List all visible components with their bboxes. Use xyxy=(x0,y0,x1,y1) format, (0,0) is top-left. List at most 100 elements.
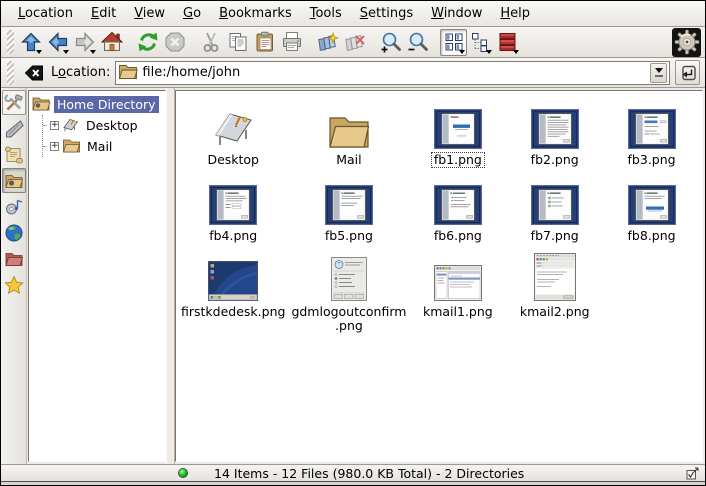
menu-help[interactable]: Help xyxy=(491,3,539,24)
window-body: Home Directory + Desktop +Mail Desktop Mail f… xyxy=(1,88,705,464)
locationbar-drag-handle[interactable] xyxy=(7,61,14,85)
file-view: DesktopMailfb1.pngfb2.pngfb3.pngfb4.pngf… xyxy=(175,90,703,462)
thumbnail-icon xyxy=(209,175,257,225)
file-item-firstkdedesk-png[interactable]: firstkdedesk.png xyxy=(178,251,288,334)
thumbnail-icon xyxy=(531,99,579,149)
menu-tools[interactable]: Tools xyxy=(301,3,351,24)
thumbnail-icon xyxy=(331,251,367,301)
menu-edit[interactable]: Edit xyxy=(82,3,125,24)
print-button[interactable] xyxy=(278,29,305,56)
paste-button[interactable] xyxy=(251,29,278,56)
tree-children: + Desktop +Mail xyxy=(42,115,163,157)
tree-desktop-icon xyxy=(62,116,80,136)
tree-item-home-directory[interactable]: Home Directory xyxy=(31,94,163,115)
file-label: kmail1.png xyxy=(420,304,496,320)
menu-location[interactable]: Location xyxy=(9,3,82,24)
zoom-in-button[interactable] xyxy=(377,29,404,56)
file-item-mail[interactable]: Mail xyxy=(288,99,409,171)
konqueror-gear-logo xyxy=(672,28,701,57)
file-label: fb8.png xyxy=(625,228,679,244)
icon-grid: DesktopMailfb1.pngfb2.pngfb3.pngfb4.pngf… xyxy=(176,91,702,334)
linked-view-checkbox-icon[interactable] xyxy=(686,467,699,483)
location-value[interactable]: file:/home/john xyxy=(142,65,646,80)
location-input[interactable]: file:/home/john xyxy=(115,61,670,85)
zoom-out-button[interactable] xyxy=(404,29,431,56)
active-view-led-icon xyxy=(178,468,188,478)
thumbnail-icon xyxy=(434,251,482,301)
sidebar-tab-network[interactable] xyxy=(2,220,26,245)
menu-settings[interactable]: Settings xyxy=(351,3,422,24)
file-item-fb7-png[interactable]: fb7.png xyxy=(506,175,603,247)
file-item-desktop[interactable]: Desktop xyxy=(178,99,288,171)
file-item-fb6-png[interactable]: fb6.png xyxy=(409,175,506,247)
menu-window[interactable]: Window xyxy=(422,3,491,24)
zoom-out-icon xyxy=(406,30,430,54)
thumbnail-icon xyxy=(434,175,482,225)
menu-view[interactable]: View xyxy=(125,3,174,24)
file-label: gdmlogoutconfirm.png xyxy=(288,304,409,334)
back-button[interactable] xyxy=(44,29,71,56)
gallery-button[interactable] xyxy=(314,29,341,56)
file-item-kmail2-png[interactable]: kmail2.png xyxy=(506,251,603,334)
clear-location-button[interactable] xyxy=(22,61,46,85)
file-item-fb8-png[interactable]: fb8.png xyxy=(603,175,700,247)
file-label: Mail xyxy=(333,152,364,168)
chevron-down-icon xyxy=(655,68,663,73)
panel-splitter[interactable] xyxy=(166,88,175,464)
tree-view-button[interactable] xyxy=(467,29,494,56)
copy-button[interactable] xyxy=(224,29,251,56)
status-text: 14 Items - 12 Files (980.0 KB Total) - 2… xyxy=(214,466,524,481)
tree-item-mail[interactable]: +Mail xyxy=(43,136,163,157)
file-desktop xyxy=(209,99,257,149)
sidebar-icon-strip xyxy=(1,88,27,464)
toolbar-drag-handle[interactable] xyxy=(7,30,14,54)
sidebar-tab-bookmark-ribbon[interactable] xyxy=(2,116,26,141)
history-scroll-icon xyxy=(3,144,25,166)
home-icon xyxy=(100,30,124,54)
copy-icon xyxy=(226,30,250,54)
home-directory-icon xyxy=(3,170,25,192)
file-item-gdmlogoutconfirm-png[interactable]: gdmlogoutconfirm.png xyxy=(288,251,409,334)
file-item-fb3-png[interactable]: fb3.png xyxy=(603,99,700,171)
sidebar-tab-home-directory[interactable] xyxy=(2,168,26,193)
sidebar-tab-services[interactable] xyxy=(2,194,26,219)
stop-icon xyxy=(163,30,187,54)
tree-expander[interactable]: + xyxy=(50,121,59,130)
tree-expander[interactable]: + xyxy=(50,142,59,151)
sidebar-tab-root-folder[interactable] xyxy=(2,246,26,271)
up-button[interactable] xyxy=(17,29,44,56)
tree-item-desktop[interactable]: + Desktop xyxy=(43,115,163,136)
status-bar: 14 Items - 12 Files (980.0 KB Total) - 2… xyxy=(1,464,705,481)
dropdown-dash xyxy=(655,75,663,77)
file-label: fb7.png xyxy=(528,228,582,244)
file-label: kmail2.png xyxy=(517,304,593,320)
file-item-fb4-png[interactable]: fb4.png xyxy=(178,175,288,247)
stop-button[interactable] xyxy=(161,29,188,56)
gallery-off-button[interactable] xyxy=(341,29,368,56)
tree-folder-icon xyxy=(62,137,81,156)
bookmarks-star-icon xyxy=(3,274,25,296)
thumbnail-icon xyxy=(531,175,579,225)
detail-view-button[interactable] xyxy=(494,29,521,56)
services-icon xyxy=(3,196,25,218)
file-item-fb1-png[interactable]: fb1.png xyxy=(409,99,506,171)
icon-view-button[interactable] xyxy=(440,29,467,56)
dropdown-arrow-icon xyxy=(513,50,519,54)
sidebar-tab-history-scroll[interactable] xyxy=(2,142,26,167)
thumbnail-icon xyxy=(434,99,482,149)
go-button[interactable] xyxy=(675,60,700,85)
file-item-fb2-png[interactable]: fb2.png xyxy=(506,99,603,171)
sidebar-tab-bookmarks-star[interactable] xyxy=(2,272,26,297)
forward-button[interactable] xyxy=(71,29,98,56)
home-button[interactable] xyxy=(98,29,125,56)
reload-button[interactable] xyxy=(134,29,161,56)
cut-button[interactable] xyxy=(197,29,224,56)
sidebar-tab-tools[interactable] xyxy=(2,90,26,115)
file-item-fb5-png[interactable]: fb5.png xyxy=(288,175,409,247)
file-item-kmail1-png[interactable]: kmail1.png xyxy=(409,251,506,334)
menu-go[interactable]: Go xyxy=(174,3,210,24)
menu-bookmarks[interactable]: Bookmarks xyxy=(210,3,301,24)
tree-item-label: Desktop xyxy=(83,117,141,134)
dropdown-arrow-icon xyxy=(90,50,96,54)
location-dropdown-button[interactable] xyxy=(650,63,667,83)
